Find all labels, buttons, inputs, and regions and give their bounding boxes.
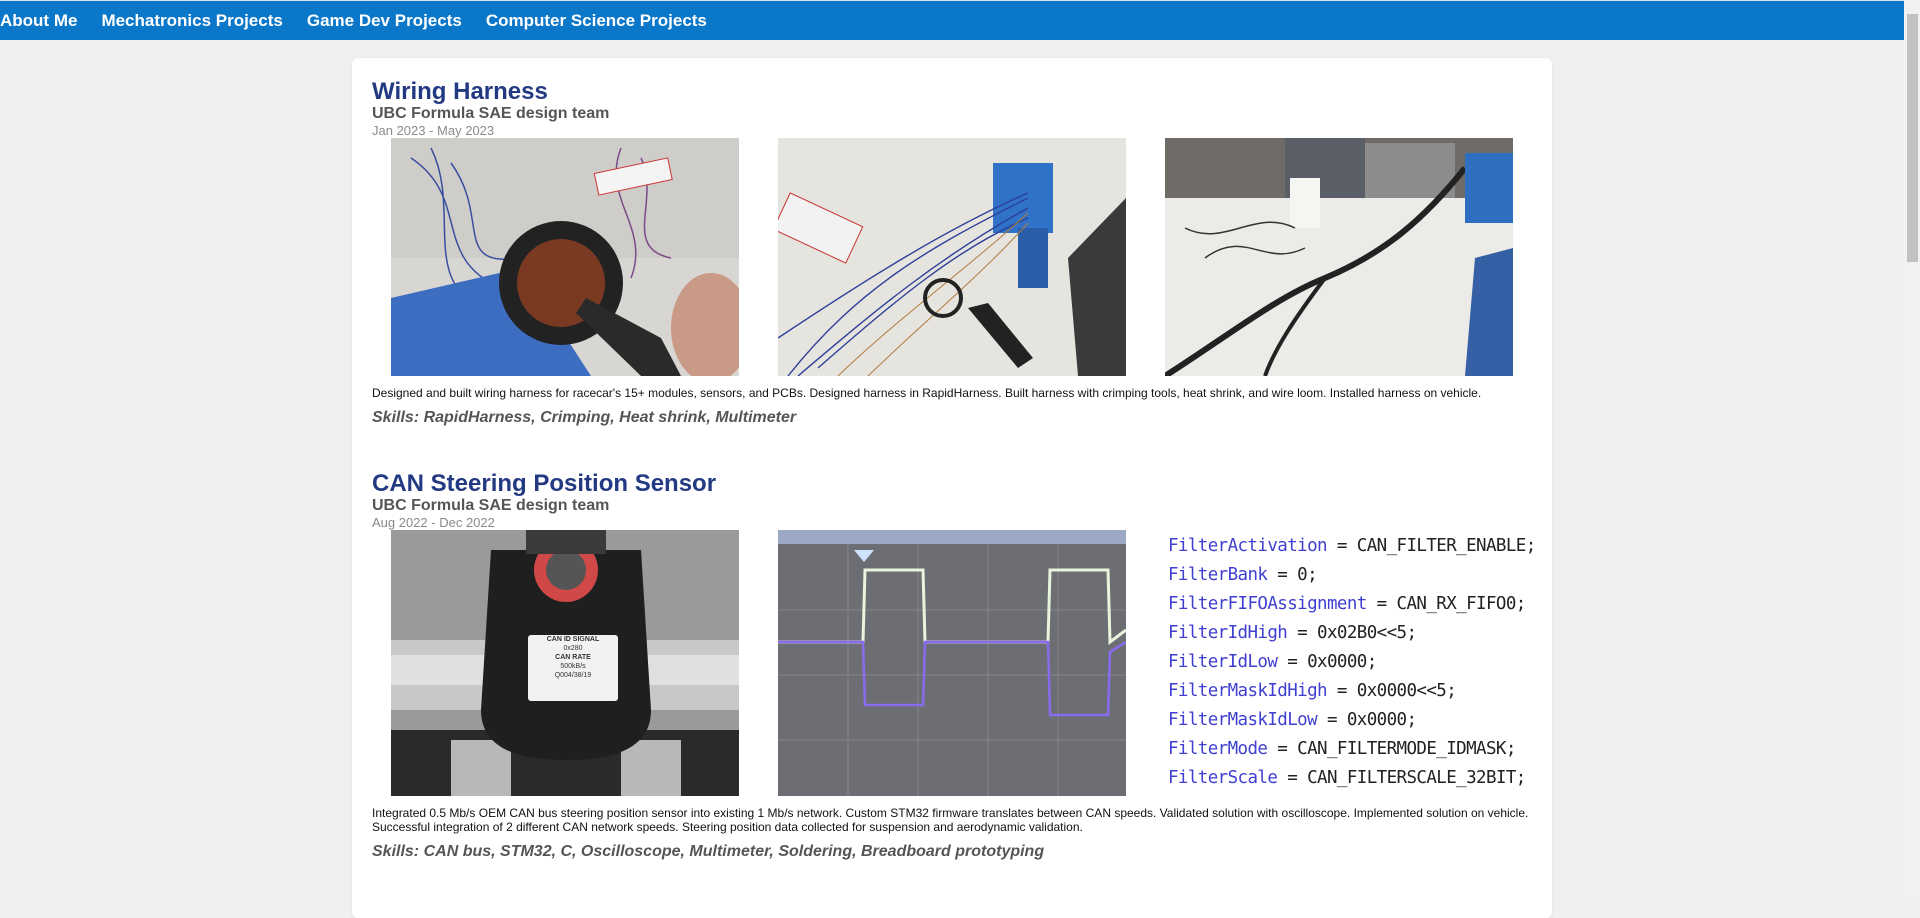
code-identifier: FilterMode: [1168, 739, 1268, 759]
project-organization: UBC Formula SAE design team: [372, 497, 610, 514]
code-line: FilterMaskIdHigh = 0x0000<<5;: [1165, 677, 1513, 706]
nav-mechatronics-projects[interactable]: Mechatronics Projects: [101, 11, 282, 31]
project-date: Aug 2022 - Dec 2022: [372, 515, 495, 530]
code-value: = 0x0000;: [1277, 652, 1377, 672]
steering-sensor-photo: CAN ID SIGNAL 0x280 CAN RATE 500kB/s Q00…: [391, 530, 739, 796]
code-value: = 0x0000<<5;: [1326, 681, 1457, 701]
sensor-label: CAN ID SIGNAL 0x280 CAN RATE 500kB/s Q00…: [528, 635, 618, 680]
code-line: FilterIdHigh = 0x02B0<<5;: [1165, 619, 1513, 648]
code-line: FilterActivation = CAN_FILTER_ENABLE;: [1165, 532, 1536, 561]
project-description: Integrated 0.5 Mb/s OEM CAN bus steering…: [372, 806, 1529, 834]
project-description: Designed and built wiring harness for ra…: [372, 386, 1482, 400]
code-value: = 0;: [1267, 565, 1318, 585]
code-identifier: FilterMaskIdHigh: [1168, 681, 1328, 701]
sensor-label-line: 0x280: [563, 645, 583, 652]
harness-layout-photo: [1165, 138, 1513, 376]
code-value: = 0x0000;: [1317, 710, 1417, 730]
code-value: = CAN_FILTERMODE_IDMASK;: [1267, 739, 1516, 759]
project-can-steering-sensor: CAN Steering Position Sensor UBC Formula…: [372, 470, 1536, 861]
project-wiring-harness: Wiring Harness UBC Formula SAE design te…: [372, 78, 1532, 427]
code-identifier: FilterActivation: [1168, 536, 1328, 556]
harness-connector-photo: [391, 138, 739, 376]
sensor-label-line: 500kB/s: [560, 663, 586, 670]
code-identifier: FilterFIFOAssignment: [1168, 594, 1367, 614]
project-image-row: [372, 138, 1532, 376]
can-filter-code-snippet: FilterActivation = CAN_FILTER_ENABLE; Fil…: [1165, 530, 1536, 797]
code-line: FilterIdLow = 0x0000;: [1165, 648, 1513, 677]
sensor-label-line: Q004/38/19: [554, 672, 592, 679]
top-navigation-bar: About Me Mechatronics Projects Game Dev …: [0, 0, 1904, 40]
oscilloscope-photo: [778, 530, 1126, 796]
project-title: CAN Steering Position Sensor: [372, 470, 717, 497]
code-value: = 0x02B0<<5;: [1287, 623, 1417, 643]
nav-about-me[interactable]: About Me: [0, 11, 77, 31]
harness-vice-photo: [778, 138, 1126, 376]
code-line: FilterMaskIdLow = 0x0000;: [1165, 706, 1513, 735]
project-title: Wiring Harness: [372, 78, 548, 105]
code-identifier: FilterIdLow: [1168, 652, 1278, 672]
code-identifier: FilterBank: [1168, 565, 1268, 585]
nav-game-dev-projects[interactable]: Game Dev Projects: [307, 11, 462, 31]
code-line: FilterMode = CAN_FILTERMODE_IDMASK;: [1165, 735, 1516, 764]
nav-computer-science-projects[interactable]: Computer Science Projects: [486, 11, 707, 31]
code-identifier: FilterMaskIdLow: [1168, 710, 1318, 730]
code-line: FilterBank = 0;: [1165, 561, 1513, 590]
project-date: Jan 2023 - May 2023: [372, 123, 495, 138]
sensor-label-line: CAN RATE: [555, 654, 591, 661]
code-identifier: FilterScale: [1168, 768, 1278, 788]
code-identifier: FilterIdHigh: [1168, 623, 1288, 643]
project-skills: Skills: CAN bus, STM32, C, Oscilloscope,…: [372, 843, 1045, 860]
project-skills: Skills: RapidHarness, Crimping, Heat shr…: [372, 409, 797, 426]
scrollbar-thumb[interactable]: [1907, 14, 1918, 262]
code-line: FilterScale = CAN_FILTERSCALE_32BIT;: [1165, 764, 1526, 793]
code-line: FilterFIFOAssignment = CAN_RX_FIFO0;: [1165, 590, 1526, 619]
sensor-label-line: CAN ID SIGNAL: [546, 636, 600, 643]
code-value: = CAN_RX_FIFO0;: [1366, 594, 1527, 614]
code-value: = CAN_FILTER_ENABLE;: [1326, 536, 1536, 556]
projects-card: Wiring Harness UBC Formula SAE design te…: [352, 58, 1552, 918]
project-image-row: CAN ID SIGNAL 0x280 CAN RATE 500kB/s Q00…: [372, 530, 1536, 797]
project-organization: UBC Formula SAE design team: [372, 105, 610, 122]
code-value: = CAN_FILTERSCALE_32BIT;: [1277, 768, 1526, 788]
page-scrollbar[interactable]: [1904, 0, 1920, 899]
